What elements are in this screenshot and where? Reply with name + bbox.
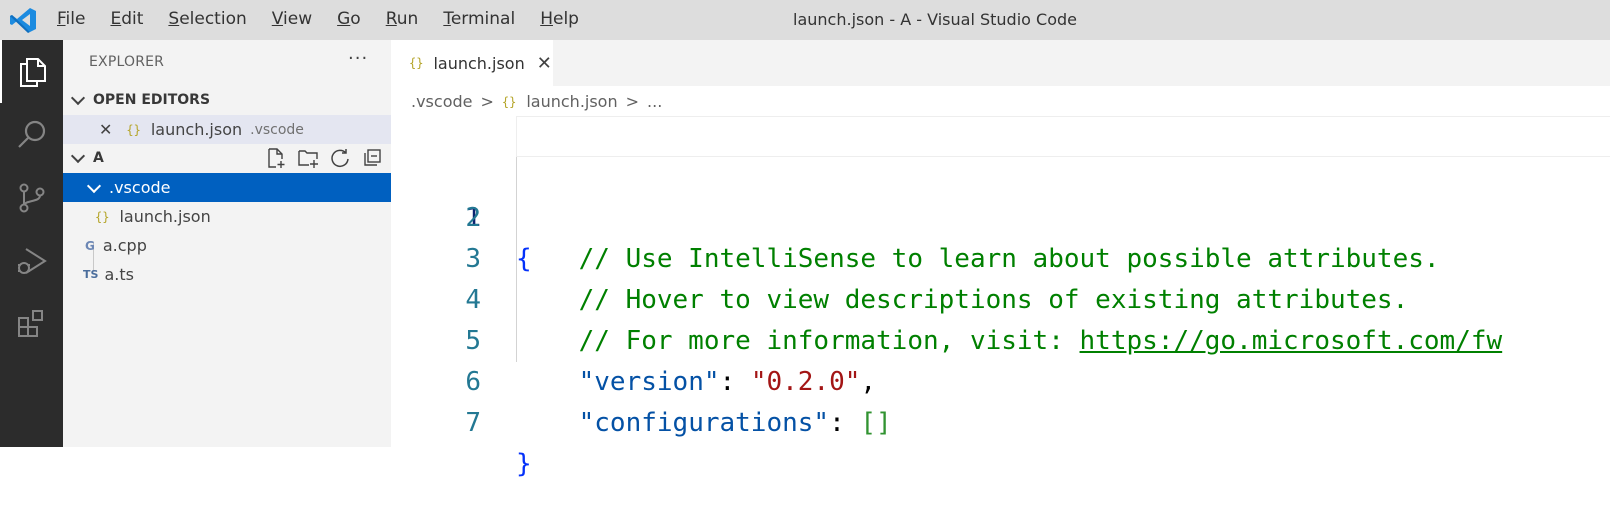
code-line: 2 // Use IntelliSense to learn about pos… [391, 157, 1610, 274]
json-file-icon: {} [409, 56, 424, 70]
activity-bar [0, 40, 63, 447]
code-line: 5 "version": "0.2.0", [391, 280, 1610, 397]
open-editor-path: .vscode [250, 121, 304, 138]
folder-section[interactable]: A [63, 143, 391, 172]
json-colon: : [829, 408, 861, 438]
open-editors-section[interactable]: OPEN EDITORS [63, 85, 391, 114]
open-editors-label: OPEN EDITORS [93, 91, 211, 108]
code-line: 3 // Hover to view descriptions of exist… [391, 198, 1610, 315]
activity-search[interactable] [0, 103, 63, 166]
tree-file-a-cpp[interactable]: G a.cpp [63, 231, 391, 260]
cpp-file-icon: G [85, 238, 95, 253]
breadcrumb-folder[interactable]: .vscode [411, 92, 472, 111]
title-bar: File Edit Selection View Go Run Terminal… [0, 0, 1610, 40]
tab-strip: {} launch.json ✕ [391, 40, 1610, 86]
new-folder-icon[interactable] [297, 147, 319, 169]
chevron-right-icon: > [625, 92, 640, 111]
tree-item-label: .vscode [109, 178, 171, 197]
run-debug-icon [17, 247, 47, 274]
code-text: "configurations": [] [516, 403, 892, 444]
collapse-all-icon[interactable] [361, 147, 383, 169]
breadcrumb: .vscode > {} launch.json > ... [411, 92, 662, 111]
json-file-icon: {} [501, 94, 517, 109]
folder-actions [265, 147, 383, 169]
json-array: [] [860, 408, 892, 438]
chevron-down-icon [86, 178, 102, 193]
editor-area: {} launch.json ✕ .vscode > {} launch.jso… [391, 40, 1610, 479]
breadcrumb-file[interactable]: launch.json [526, 92, 617, 111]
ts-file-icon: TS [83, 268, 99, 281]
tab-launch-json[interactable]: {} launch.json ✕ [391, 40, 553, 86]
tree-item-label: a.cpp [102, 236, 147, 255]
explorer-sidebar: EXPLORER ··· OPEN EDITORS ✕ {} launch.js… [63, 40, 391, 447]
folder-label: A [93, 149, 104, 166]
chevron-down-icon [70, 148, 86, 163]
activity-explorer[interactable] [0, 40, 63, 103]
close-icon[interactable]: ✕ [537, 53, 552, 74]
json-file-icon: {} [95, 209, 110, 224]
chevron-right-icon: > [480, 92, 494, 111]
code-text: } [516, 449, 532, 479]
close-icon[interactable]: ✕ [99, 120, 112, 139]
current-line-highlight [516, 116, 1610, 157]
search-icon [17, 120, 45, 148]
json-file-icon: {} [126, 122, 141, 137]
explorer-icon [19, 57, 46, 87]
tree-folder-vscode[interactable]: .vscode [63, 173, 391, 202]
extensions-icon [17, 309, 43, 337]
chevron-down-icon [70, 90, 86, 105]
code-line: 6 "configurations": [] [391, 321, 1610, 438]
window-title: launch.json - A - Visual Studio Code [793, 10, 1077, 29]
more-actions-icon[interactable]: ··· [348, 48, 368, 69]
activity-source-control[interactable] [0, 166, 63, 229]
tree-file-a-ts[interactable]: TS a.ts [63, 260, 391, 289]
open-editor-item[interactable]: ✕ {} launch.json .vscode [63, 115, 391, 144]
new-file-icon[interactable] [265, 147, 287, 169]
open-editor-name: launch.json [150, 120, 243, 139]
tab-label: launch.json [433, 53, 525, 73]
activity-run-debug[interactable] [0, 229, 63, 292]
line-number: 7 [465, 408, 481, 438]
source-control-icon [19, 183, 44, 212]
tree-item-label: launch.json [119, 207, 211, 226]
code-line: 4 // For more information, visit: https:… [391, 239, 1610, 356]
breadcrumb-symbol[interactable]: ... [647, 92, 662, 111]
tree-item-label: a.ts [104, 265, 134, 284]
refresh-icon[interactable] [329, 147, 351, 169]
tree-file-launch-json[interactable]: {} launch.json [63, 202, 391, 231]
code-line: 1 { [391, 116, 1610, 274]
activity-extensions[interactable] [0, 292, 63, 355]
explorer-header: EXPLORER [89, 54, 165, 70]
json-key: "configurations" [578, 408, 830, 438]
code-line: 7 } [391, 362, 1610, 479]
